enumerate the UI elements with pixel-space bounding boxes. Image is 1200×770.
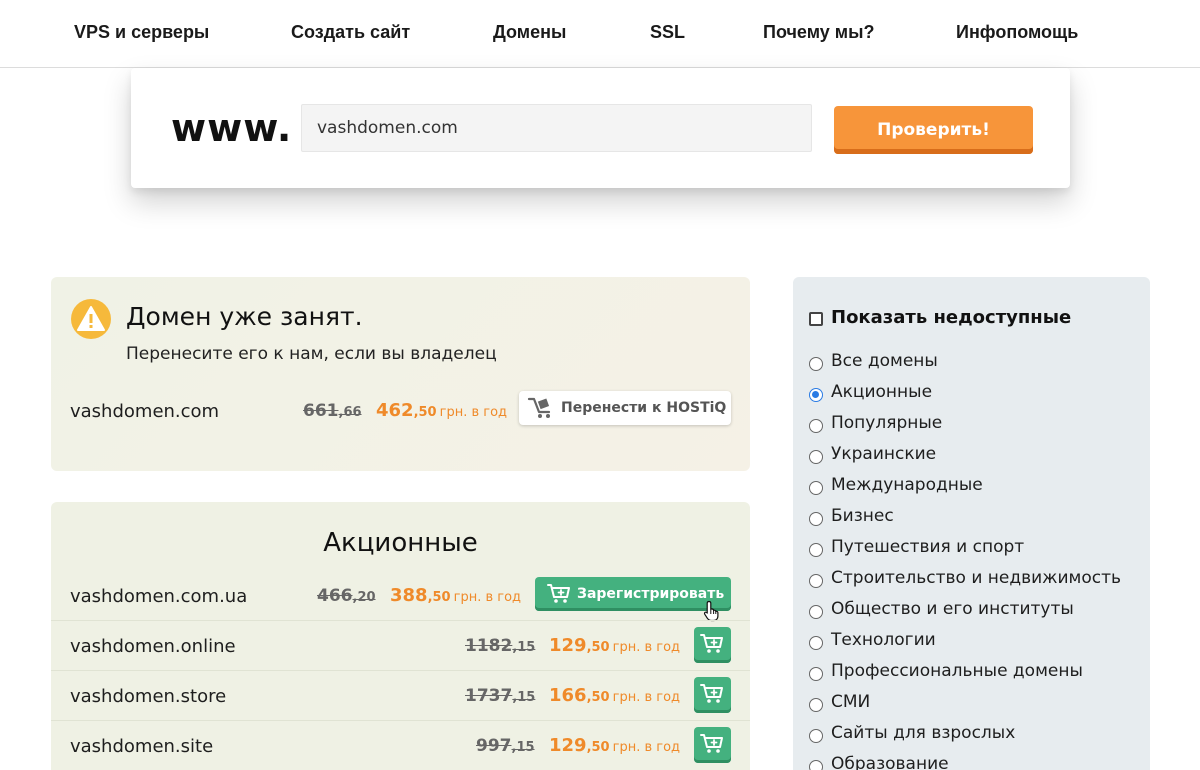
promo-new-price: 129,50 грн. в год (549, 635, 681, 656)
transfer-cart-icon (527, 397, 551, 418)
radio-button[interactable] (809, 512, 823, 526)
transfer-domain-button[interactable]: Перенести к HOSTiQ (519, 391, 731, 425)
add-to-cart-button[interactable] (694, 727, 731, 763)
www-prefix: www. (171, 106, 293, 150)
filter-option-education[interactable]: Образование (809, 754, 1139, 770)
add-to-cart-icon (700, 734, 723, 753)
radio-button[interactable] (809, 729, 823, 743)
radio-button[interactable] (809, 450, 823, 464)
radio-button[interactable] (809, 636, 823, 650)
radio-button[interactable] (809, 574, 823, 588)
promo-domain-name: vashdomen.store (70, 686, 227, 707)
radio-button[interactable] (809, 698, 823, 712)
check-domain-button[interactable]: Проверить! (834, 106, 1033, 154)
promo-old-price: 466,20 (317, 586, 376, 606)
filter-option-promo[interactable]: Акционные (809, 382, 1139, 406)
promo-old-price: 1182,15 (465, 636, 536, 656)
filter-option-society[interactable]: Общество и его институты (809, 599, 1139, 623)
old-price: 661,66 (303, 401, 362, 421)
domain-taken-panel: Домен уже занят. Перенесите его к нам, е… (51, 277, 750, 471)
show-unavailable-checkbox[interactable] (809, 312, 823, 326)
filter-option-professional[interactable]: Профессиональные домены (809, 661, 1139, 685)
nav-item-ssl[interactable]: SSL (650, 22, 685, 43)
promo-domains-panel: Акционные vashdomen.com.ua 466,20 388,50… (51, 502, 750, 770)
promo-domain-name: vashdomen.online (70, 636, 236, 657)
top-navigation: VPS и серверы Создать сайт Домены SSL По… (0, 0, 1200, 68)
filter-option-media[interactable]: СМИ (809, 692, 1139, 716)
domain-search-card: www. Проверить! (131, 68, 1070, 188)
add-to-cart-button[interactable] (694, 627, 731, 663)
add-to-cart-icon (700, 684, 723, 703)
new-price: 462,50 грн. в год (376, 400, 508, 421)
row-divider (51, 670, 750, 671)
radio-button[interactable] (809, 605, 823, 619)
radio-button-selected[interactable] (809, 388, 823, 402)
filter-option-all[interactable]: Все домены (809, 351, 1139, 375)
show-unavailable-label: Показать недоступные (831, 307, 1072, 328)
filter-option-ukrainian[interactable]: Украинские (809, 444, 1139, 468)
row-divider (51, 720, 750, 721)
radio-button[interactable] (809, 543, 823, 557)
filter-option-business[interactable]: Бизнес (809, 506, 1139, 530)
filter-option-construction[interactable]: Строительство и недвижимость (809, 568, 1139, 592)
promo-domain-name: vashdomen.site (70, 736, 214, 757)
domain-search-input[interactable] (301, 104, 812, 152)
promo-new-price: 129,50 грн. в год (549, 735, 681, 756)
nav-item-vps[interactable]: VPS и серверы (74, 22, 209, 43)
add-to-cart-button[interactable] (694, 677, 731, 713)
promo-domain-name: vashdomen.com.ua (70, 586, 248, 607)
promo-new-price: 166,50 грн. в год (549, 685, 681, 706)
filter-option-adult[interactable]: Сайты для взрослых (809, 723, 1139, 747)
promo-old-price: 997,15 (476, 736, 535, 756)
domain-filter-panel: Показать недоступные Все домены Акционны… (793, 277, 1150, 770)
filter-option-popular[interactable]: Популярные (809, 413, 1139, 437)
radio-button[interactable] (809, 357, 823, 371)
domain-taken-title: Домен уже занят. (126, 302, 363, 331)
row-divider (51, 620, 750, 621)
radio-button[interactable] (809, 760, 823, 770)
filter-option-international[interactable]: Международные (809, 475, 1139, 499)
filter-option-technology[interactable]: Технологии (809, 630, 1139, 654)
radio-button[interactable] (809, 667, 823, 681)
promo-new-price: 388,50 грн. в год (390, 585, 522, 606)
nav-item-create-site[interactable]: Создать сайт (291, 22, 410, 43)
register-button[interactable]: Зарегистрировать (535, 577, 731, 611)
warning-icon (71, 299, 111, 339)
add-to-cart-icon (700, 634, 723, 653)
promo-old-price: 1737,15 (465, 686, 536, 706)
nav-item-info-help[interactable]: Инфопомощь (956, 22, 1078, 43)
radio-button[interactable] (809, 481, 823, 495)
hand-cursor-icon (703, 600, 719, 622)
domain-taken-subtitle: Перенесите его к нам, если вы владелец (126, 344, 497, 364)
nav-item-domains[interactable]: Домены (493, 22, 566, 43)
taken-domain-name: vashdomen.com (70, 401, 220, 422)
promo-section-title: Акционные (323, 528, 478, 558)
radio-button[interactable] (809, 419, 823, 433)
filter-option-travel-sport[interactable]: Путешествия и спорт (809, 537, 1139, 561)
nav-item-why-us[interactable]: Почему мы? (763, 22, 874, 43)
add-to-cart-icon (547, 584, 570, 603)
